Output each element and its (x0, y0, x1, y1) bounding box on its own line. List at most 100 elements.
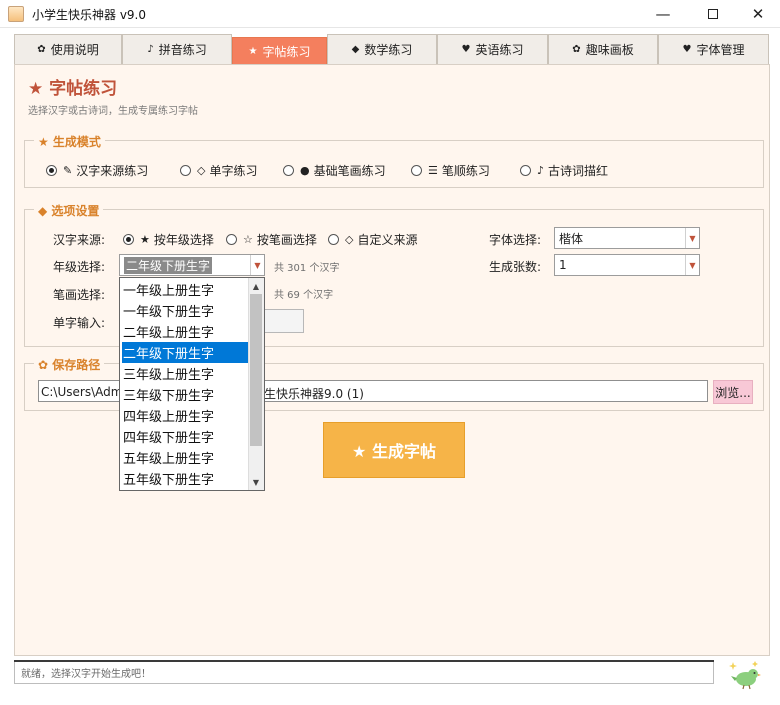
radio-label: 单字练习 (209, 164, 258, 178)
dropdown-option[interactable]: 五年级下册生字 (122, 468, 250, 489)
source-radio-by-stroke[interactable]: ☆ 按笔画选择 (226, 231, 317, 248)
mode-radio-poem-tracing[interactable]: ♪ 古诗词描红 (520, 162, 608, 179)
source-radio-custom[interactable]: ◇ 自定义来源 (328, 231, 417, 248)
dropdown-arrow-icon: ▼ (685, 255, 699, 275)
font-select-value: 楷体 (559, 231, 584, 246)
close-button[interactable]: ✕ (735, 0, 780, 28)
minimize-button[interactable]: — (640, 0, 686, 28)
radio-label: 自定义来源 (357, 233, 418, 247)
radio-dot (226, 234, 237, 245)
circle-icon: ● (300, 164, 310, 177)
pages-select[interactable]: 1 ▼ (554, 254, 700, 276)
mode-radio-basic-strokes[interactable]: ● 基础笔画练习 (283, 162, 386, 179)
grade-select[interactable]: 二年级下册生字 ▼ (119, 254, 265, 276)
diamond-icon: ◆ (351, 44, 360, 55)
pencil-icon: ✎ (63, 164, 73, 177)
dropdown-option[interactable]: 三年级下册生字 (122, 384, 250, 405)
options-legend: ◆ 选项设置 (34, 202, 104, 219)
radio-label: 笔顺练习 (441, 164, 490, 178)
app-icon (8, 6, 24, 22)
stroke-count: 共 69 个汉字 (274, 290, 334, 301)
music-note-icon: ♪ (537, 164, 545, 177)
status-bar: 就绪，选择汉字开始生成吧！ (14, 660, 714, 684)
page-title: ★ 字帖练习 (28, 79, 118, 99)
grade-label: 年级选择: (53, 260, 106, 274)
tab-label: 数学练习 (364, 43, 413, 57)
status-bar-top-edge (14, 660, 714, 662)
pages-select-value: 1 (559, 258, 567, 272)
heart-icon: ♥ (682, 44, 692, 55)
grade-count: 共 301 个汉字 (274, 263, 340, 274)
dropdown-option[interactable]: 四年级上册生字 (122, 405, 250, 426)
radio-label: 按笔画选择 (256, 233, 317, 247)
save-path-text-start: C:\Users\Adm (41, 385, 123, 399)
music-note-icon: ♪ (147, 44, 154, 55)
radio-label: 汉字来源练习 (76, 164, 149, 178)
tab-pinyin[interactable]: ♪ 拼音练习 (122, 34, 232, 64)
dropdown-option[interactable]: 三年级上册生字 (122, 363, 250, 384)
grade-dropdown-list: 一年级上册生字 一年级下册生字 二年级上册生字 二年级下册生字 三年级上册生字 … (119, 277, 265, 491)
diamond-icon: ◇ (345, 233, 354, 246)
font-select[interactable]: 楷体 ▼ (554, 227, 700, 249)
star-icon: ★ (248, 45, 258, 57)
tab-label: 拼音练习 (158, 43, 207, 57)
diamond-icon: ◇ (197, 164, 206, 177)
tab-drawing-board[interactable]: ✿ 趣味画板 (548, 34, 658, 64)
scroll-up-arrow-icon[interactable]: ▲ (248, 278, 264, 294)
dropdown-option[interactable]: 一年级下册生字 (122, 300, 250, 321)
tab-label: 字体管理 (696, 43, 745, 57)
mode-radio-char-source[interactable]: ✎ 汉字来源练习 (46, 162, 148, 179)
flower-icon: ✿ (37, 44, 46, 55)
tab-label: 趣味画板 (585, 43, 634, 57)
mode-radio-stroke-order[interactable]: ☰ 笔顺练习 (411, 162, 490, 179)
tab-instructions[interactable]: ✿ 使用说明 (14, 34, 122, 64)
radio-label: 基础笔画练习 (313, 164, 386, 178)
generate-button[interactable]: ★ 生成字帖 (323, 422, 465, 478)
char-input-label: 单字输入: (53, 316, 106, 330)
flower-icon: ✿ (572, 44, 581, 55)
maximize-icon (708, 9, 718, 19)
radio-dot (411, 165, 422, 176)
browse-button[interactable]: 浏览... (713, 380, 753, 404)
grade-select-value: 二年级下册生字 (124, 256, 213, 274)
dropdown-option[interactable]: 五年级上册生字 (122, 447, 250, 468)
radio-dot (46, 165, 57, 176)
maximize-button[interactable] (690, 0, 736, 28)
source-radio-by-grade[interactable]: ★ 按年级选择 (123, 231, 214, 248)
mode-legend: ★ 生成模式 (34, 133, 105, 150)
mode-radio-single-char[interactable]: ◇ 单字练习 (180, 162, 257, 179)
radio-label: 按年级选择 (153, 233, 214, 247)
tab-math[interactable]: ◆ 数学练习 (327, 34, 437, 64)
dropdown-option[interactable]: 二年级上册生字 (122, 321, 250, 342)
tab-label: 英语练习 (475, 43, 524, 57)
save-legend: ✿ 保存路径 (34, 356, 105, 373)
radio-dot (520, 165, 531, 176)
dropdown-option-selected[interactable]: 二年级下册生字 (122, 342, 250, 363)
lines-icon: ☰ (428, 164, 438, 177)
radio-dot (283, 165, 294, 176)
dropdown-option[interactable]: 四年级下册生字 (122, 426, 250, 447)
tab-copybook[interactable]: ★ 字帖练习 (232, 37, 327, 64)
dropdown-arrow-icon: ▼ (250, 255, 264, 275)
source-label: 汉字来源: (53, 233, 106, 247)
star-icon: ★ (140, 233, 150, 246)
star-outline-icon: ☆ (243, 233, 253, 246)
tab-font-manager[interactable]: ♥ 字体管理 (658, 34, 769, 64)
tab-english[interactable]: ♥ 英语练习 (437, 34, 548, 64)
radio-dot (180, 165, 191, 176)
radio-dot (328, 234, 339, 245)
radio-dot (123, 234, 134, 245)
dropdown-scroll-thumb[interactable] (250, 294, 262, 446)
dropdown-option[interactable]: 一年级上册生字 (122, 279, 250, 300)
font-label: 字体选择: (489, 233, 542, 247)
stroke-label: 笔画选择: (53, 288, 106, 302)
tab-label: 使用说明 (50, 43, 99, 57)
pages-label: 生成张数: (489, 260, 542, 274)
radio-label: 古诗词描红 (548, 164, 609, 178)
bird-mascot-icon (729, 661, 761, 690)
heart-icon: ♥ (461, 44, 471, 55)
window-title: 小学生快乐神器 v9.0 (32, 8, 147, 22)
dropdown-arrow-icon: ▼ (685, 228, 699, 248)
scroll-down-arrow-icon[interactable]: ▼ (248, 474, 264, 490)
tab-label: 字帖练习 (262, 44, 311, 59)
